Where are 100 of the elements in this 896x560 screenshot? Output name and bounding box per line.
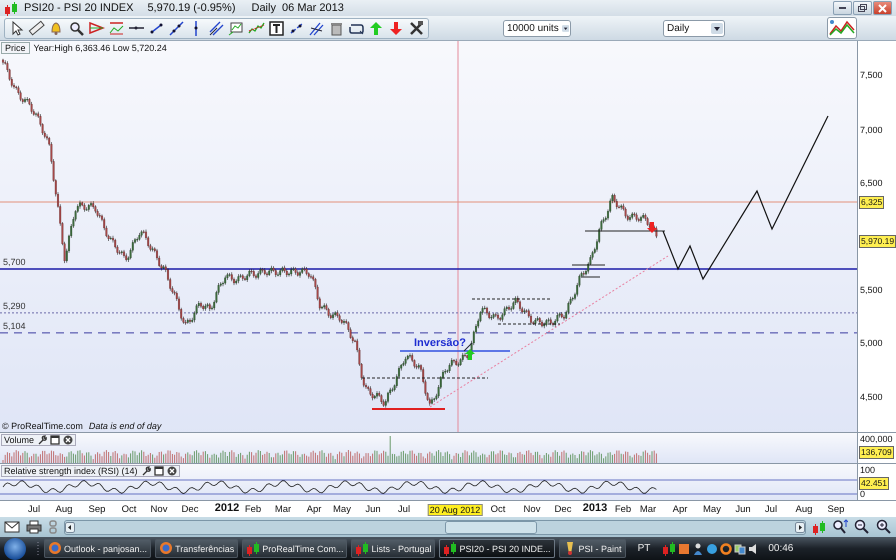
text-icon[interactable] bbox=[268, 20, 285, 36]
date-label: Jun bbox=[735, 504, 751, 515]
volume-marker: 136,709 bbox=[859, 446, 894, 459]
zoom-vertical-icon[interactable] bbox=[832, 519, 848, 535]
panel-title: Relative strength index (RSI) (14) bbox=[4, 466, 138, 476]
candlestick-icon bbox=[355, 541, 370, 556]
axis-label: 0 bbox=[860, 489, 866, 500]
date-label: May bbox=[333, 504, 351, 515]
window-title: PSI20 - PSI 20 INDEX bbox=[24, 2, 134, 14]
minimize-button[interactable] bbox=[833, 1, 852, 15]
triangle-icon[interactable] bbox=[88, 20, 105, 36]
taskbar-button[interactable]: Outlook - panjosan... bbox=[44, 539, 152, 558]
candlestick-icon bbox=[4, 0, 18, 16]
units-dropdown[interactable]: 10000 units bbox=[503, 20, 571, 36]
minimize-icon bbox=[839, 7, 846, 9]
candlestick-icon[interactable] bbox=[812, 520, 826, 534]
restore-icon bbox=[858, 4, 867, 12]
printer-icon[interactable] bbox=[26, 520, 42, 534]
date-label: Jul bbox=[398, 504, 410, 515]
level-line bbox=[582, 276, 600, 278]
date-label: Nov bbox=[150, 504, 168, 515]
wrench-icon[interactable] bbox=[140, 466, 151, 476]
level-label: 5,700 bbox=[3, 257, 26, 267]
panel-title: Volume bbox=[4, 435, 34, 445]
wrench-icon[interactable] bbox=[37, 435, 48, 445]
tools-icon[interactable] bbox=[408, 20, 425, 36]
date-label: Sep bbox=[828, 504, 844, 515]
chart-period: Daily 06 Mar 2013 bbox=[252, 2, 344, 14]
globe-icon[interactable] bbox=[706, 542, 718, 554]
candlestick-icon bbox=[443, 541, 458, 556]
price-marker: 6,325 bbox=[859, 196, 884, 209]
close-icon[interactable] bbox=[63, 435, 74, 445]
zoom-out-icon[interactable] bbox=[854, 519, 870, 535]
cursor-date: 20 Aug 2012 bbox=[428, 504, 482, 516]
window-icon[interactable] bbox=[50, 435, 60, 445]
clock[interactable]: 00:46 bbox=[768, 543, 794, 554]
axis-label: 7,000 bbox=[860, 125, 883, 136]
axis-label: 5,500 bbox=[860, 285, 883, 296]
date-label: Feb bbox=[244, 504, 262, 515]
axis-label: 4,500 bbox=[860, 392, 883, 403]
date-label: Jul bbox=[28, 504, 40, 515]
annotation-label: Inversão? bbox=[414, 337, 466, 349]
scroll-right-icon[interactable] bbox=[795, 522, 805, 532]
network-icon[interactable] bbox=[734, 542, 746, 554]
price-marker: 5,970.19 bbox=[859, 235, 896, 248]
date-label: Aug bbox=[56, 504, 72, 515]
date-label: Sep bbox=[88, 504, 106, 515]
scroll-left-icon[interactable] bbox=[65, 522, 75, 532]
date-label: Apr bbox=[672, 504, 688, 515]
mail-icon[interactable] bbox=[4, 521, 20, 533]
rsi-marker: 42.451 bbox=[859, 477, 889, 490]
date-label: Apr bbox=[306, 504, 322, 515]
search-icon[interactable] bbox=[68, 20, 85, 36]
date-label: Oct bbox=[122, 504, 136, 515]
down-arrow-icon[interactable] bbox=[388, 20, 405, 36]
language-indicator[interactable]: PT bbox=[638, 543, 650, 554]
date-label: Aug bbox=[796, 504, 812, 515]
restore-button[interactable] bbox=[853, 1, 872, 15]
caret-icon bbox=[711, 22, 723, 34]
line-icon[interactable] bbox=[168, 20, 185, 36]
taskbar-button[interactable]: Transferências bbox=[155, 539, 238, 558]
level-label: 5,290 bbox=[3, 301, 26, 311]
close-icon[interactable] bbox=[166, 466, 177, 476]
window-icon[interactable] bbox=[154, 466, 164, 476]
down-arrow-icon bbox=[647, 222, 657, 233]
globe-icon bbox=[48, 541, 62, 556]
date-label: Oct bbox=[490, 504, 506, 515]
date-label: 2012 bbox=[214, 502, 240, 514]
indicator-chart-icon[interactable] bbox=[827, 17, 857, 39]
date-label: Mar bbox=[640, 504, 656, 515]
close-button[interactable] bbox=[873, 1, 892, 15]
date-label: May bbox=[703, 504, 721, 515]
copyright-label: © ProRealTime.com bbox=[2, 421, 83, 431]
period-dropdown[interactable]: Daily bbox=[663, 20, 725, 36]
date-label: Dec bbox=[182, 504, 198, 515]
axis-label: 5,000 bbox=[860, 338, 883, 349]
start-button[interactable] bbox=[4, 538, 26, 560]
scrollbar-track[interactable] bbox=[64, 520, 806, 534]
ring-icon[interactable] bbox=[720, 542, 732, 554]
person-icon[interactable] bbox=[692, 542, 704, 554]
zoom-in-icon[interactable] bbox=[876, 519, 892, 535]
axis-label: 400,000 bbox=[860, 434, 893, 445]
taskbar-button[interactable]: PSI20 - PSI 20 INDE... bbox=[439, 539, 555, 558]
taskbar-button[interactable]: Lists - Portugal bbox=[351, 539, 436, 558]
taskbar-button[interactable]: ProRealTime Com... bbox=[242, 539, 348, 558]
date-label: Jun bbox=[365, 504, 381, 515]
date-label: 2013 bbox=[582, 502, 608, 514]
parallel-lines-icon[interactable] bbox=[208, 20, 225, 36]
level-line bbox=[572, 264, 606, 266]
caret-icon bbox=[562, 22, 569, 34]
scrollbar-thumb[interactable] bbox=[445, 520, 537, 534]
candlestick-icon bbox=[246, 541, 260, 556]
candlestick-icon[interactable] bbox=[662, 541, 676, 556]
price-quote: 5,970.19 (-0.95%) bbox=[147, 2, 236, 14]
taskbar-button[interactable]: PSI - Paint bbox=[558, 539, 626, 558]
date-label: Feb bbox=[614, 504, 632, 515]
chart-icon[interactable] bbox=[228, 20, 245, 36]
axis-label: 100 bbox=[860, 465, 876, 476]
date-label: Nov bbox=[524, 504, 540, 515]
app-icon[interactable] bbox=[678, 542, 690, 554]
